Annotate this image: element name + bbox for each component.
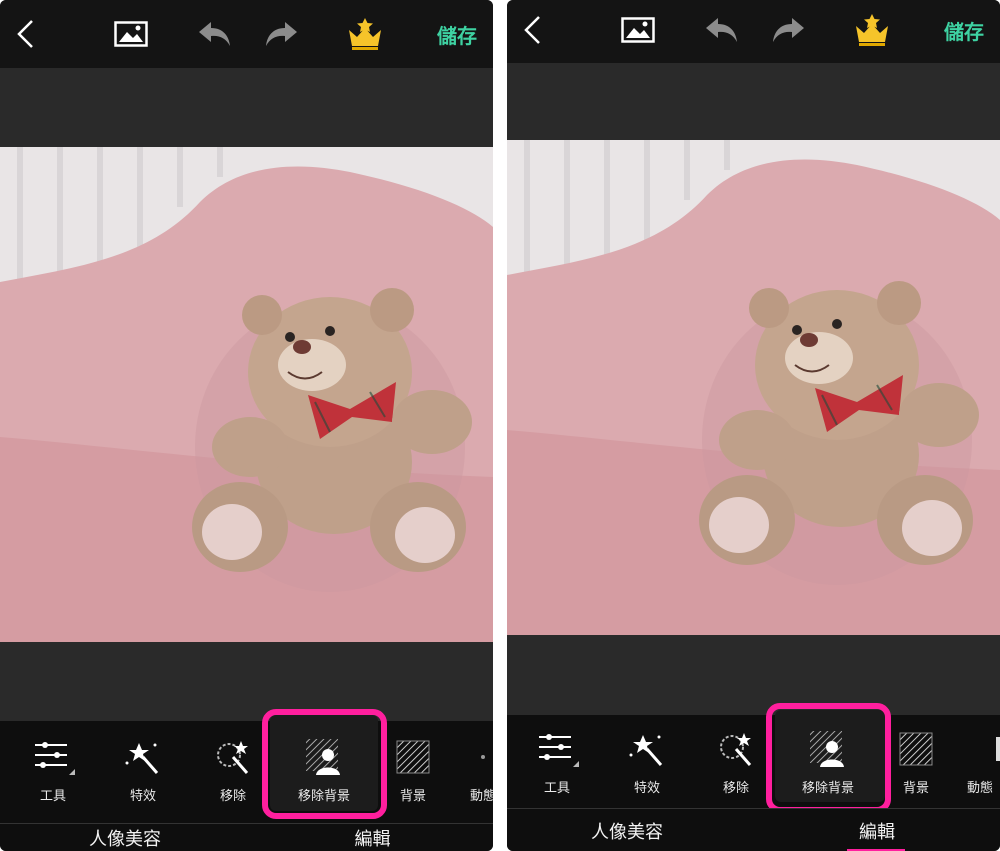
undo-icon — [199, 22, 230, 46]
tool-strip: 工具 特效 移除 移除背景 背景 動態 — [0, 709, 493, 823]
image-icon — [114, 21, 148, 47]
phone-screen-left: 儲存 工具 特效 移除 移除背景 背景 動態 人像美容 編輯 — [0, 0, 493, 851]
gallery-button[interactable] — [110, 14, 152, 54]
premium-button[interactable] — [847, 10, 897, 50]
animation-icon — [481, 755, 485, 759]
back-button[interactable] — [8, 14, 44, 54]
image-icon — [621, 17, 655, 43]
hatched-background-icon — [396, 740, 430, 774]
highlight-frame — [766, 703, 891, 813]
undo-button[interactable] — [701, 10, 743, 50]
crown-icon — [856, 14, 888, 46]
redo-icon — [266, 22, 297, 46]
crown-icon — [349, 18, 381, 50]
tool-label: 動態 — [966, 781, 993, 796]
tool-label: 工具 — [39, 789, 66, 804]
save-button[interactable]: 儲存 — [934, 10, 994, 50]
magic-wand-icon — [629, 735, 663, 766]
tab-portrait-beauty[interactable]: 人像美容 — [552, 809, 702, 851]
tool-tools[interactable]: 工具 — [517, 727, 597, 796]
redo-icon — [773, 18, 804, 42]
tool-label: 動態 — [469, 789, 493, 804]
animation-icon — [996, 737, 1000, 761]
premium-button[interactable] — [340, 14, 390, 54]
hatched-background-icon — [899, 732, 933, 766]
tool-animation[interactable]: 動態 — [453, 735, 493, 804]
undo-icon — [706, 18, 737, 42]
tab-edit[interactable]: 編輯 — [300, 824, 445, 851]
eraser-wand-icon — [217, 741, 249, 774]
redo-button[interactable] — [260, 14, 302, 54]
eraser-wand-icon — [720, 733, 752, 766]
bottom-navigation: 人像美容 編輯 — [0, 823, 493, 851]
back-button[interactable] — [515, 10, 551, 50]
sliders-icon — [539, 734, 579, 767]
chevron-left-icon — [524, 16, 540, 44]
top-toolbar: 儲存 — [0, 0, 493, 68]
tab-portrait-beauty[interactable]: 人像美容 — [50, 824, 200, 851]
gallery-button[interactable] — [617, 10, 659, 50]
sliders-icon — [35, 742, 75, 775]
tool-label: 工具 — [543, 781, 570, 796]
tool-effects[interactable]: 特效 — [607, 727, 687, 796]
photo-preview[interactable] — [507, 140, 1000, 635]
tool-label: 移除 — [722, 781, 749, 796]
tool-label: 移除 — [219, 789, 246, 804]
teddy-bear-photo — [0, 147, 493, 642]
highlight-frame — [262, 709, 387, 819]
tool-remove[interactable]: 移除 — [696, 727, 776, 796]
undo-button[interactable] — [194, 14, 236, 54]
teddy-bear-photo — [507, 140, 1000, 635]
tab-edit[interactable]: 編輯 — [807, 809, 947, 851]
top-toolbar: 儲存 — [507, 0, 1000, 63]
tool-strip: 工具 特效 移除 移除背景 背景 動態 — [507, 703, 1000, 813]
magic-wand-icon — [125, 743, 159, 774]
save-button[interactable]: 儲存 — [427, 14, 487, 54]
phone-screen-right: 儲存 工具 特效 移除 移除背景 背景 動態 人像美容 編輯 — [507, 0, 1000, 851]
photo-preview[interactable] — [0, 147, 493, 642]
tool-label: 特效 — [633, 781, 660, 796]
tool-remove[interactable]: 移除 — [193, 735, 273, 804]
chevron-left-icon — [17, 20, 33, 48]
tool-animation[interactable]: 動態 — [960, 727, 1000, 796]
redo-button[interactable] — [767, 10, 809, 50]
tool-tools[interactable]: 工具 — [13, 735, 93, 804]
bottom-navigation: 人像美容 編輯 — [507, 808, 1000, 851]
tool-label: 特效 — [129, 789, 156, 804]
tool-effects[interactable]: 特效 — [103, 735, 183, 804]
